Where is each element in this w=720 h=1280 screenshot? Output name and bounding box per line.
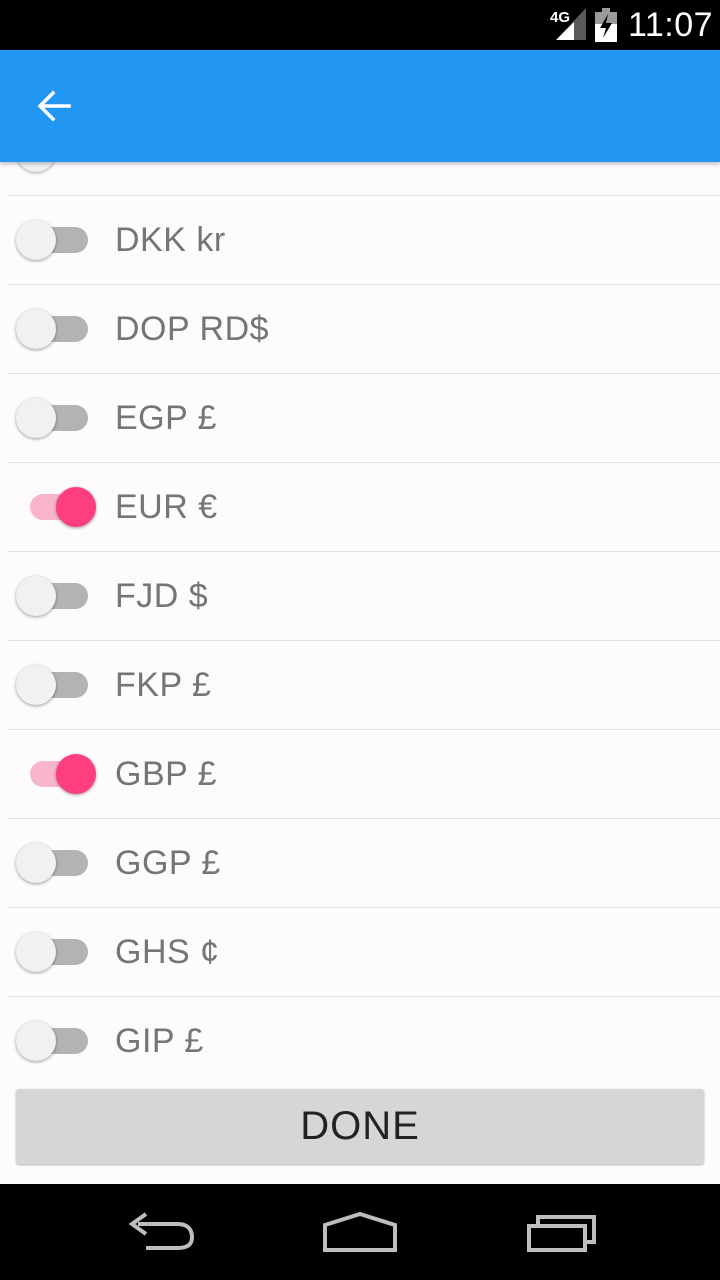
currency-label: EGP £ [115,399,218,437]
currency-toggle[interactable] [16,1021,96,1061]
back-button[interactable] [24,76,84,136]
list-item: FJD $ [8,552,720,641]
app-bar [0,50,720,162]
currency-label: GHS ¢ [115,933,220,971]
currency-toggle[interactable] [16,487,96,527]
list-item: DKK kr [8,196,720,285]
list-item: EUR € [8,463,720,552]
list-item: EGP £ [8,374,720,463]
toggle-thumb [16,1021,56,1061]
currency-toggle[interactable] [16,932,96,972]
list-item: GIP £ [8,997,720,1084]
back-nav-icon [128,1212,195,1250]
currency-toggle[interactable] [16,220,96,260]
toggle-thumb [16,665,56,705]
currency-label: FKP £ [115,666,212,704]
toggle-thumb [56,754,96,794]
currency-list[interactable]: DKK kr DOP RD$ EGP £ EUR € FJD $ FKP £ GBP £ GG… [0,162,720,1084]
clock: 11:07 [628,6,714,44]
toggle-thumb [16,576,56,616]
toggle-thumb [16,162,56,172]
list-item: GHS ¢ [8,908,720,997]
currency-label: DOP RD$ [115,310,270,348]
list-item: GBP £ [8,730,720,819]
list-item: DOP RD$ [8,285,720,374]
nav-home-button[interactable] [310,1202,410,1262]
currency-label: EUR € [115,488,218,526]
nav-recents-button[interactable] [512,1202,612,1262]
currency-label: FJD $ [115,577,209,615]
toggle-thumb [16,843,56,883]
currency-toggle[interactable] [16,576,96,616]
list-item: FKP £ [8,641,720,730]
currency-toggle[interactable] [16,309,96,349]
done-button[interactable]: DONE [16,1089,704,1164]
navigation-bar [0,1184,720,1280]
currency-label: GBP £ [115,755,218,793]
currency-label: GGP £ [115,844,221,882]
battery-charging-icon [595,8,617,42]
currency-rows: DKK kr DOP RD$ EGP £ EUR € FJD $ FKP £ GBP £ GG… [8,196,720,1084]
toggle-thumb [16,932,56,972]
currency-label: GIP £ [115,1022,204,1060]
list-item [8,162,720,196]
toggle-thumb [16,309,56,349]
currency-toggle[interactable] [16,843,96,883]
recents-nav-icon [527,1215,596,1252]
list-item: GGP £ [8,819,720,908]
currency-toggle[interactable] [16,398,96,438]
currency-label: DKK kr [115,221,226,259]
home-nav-icon [323,1211,397,1252]
toggle-thumb [16,398,56,438]
currency-toggle[interactable] [16,665,96,705]
arrow-left-icon [37,90,71,122]
status-bar: 4G 11:07 [0,0,720,50]
toggle-thumb [16,220,56,260]
toggle-thumb [56,487,96,527]
nav-back-button[interactable] [110,1202,210,1262]
currency-toggle[interactable] [16,754,96,794]
signal-icon [556,8,586,40]
